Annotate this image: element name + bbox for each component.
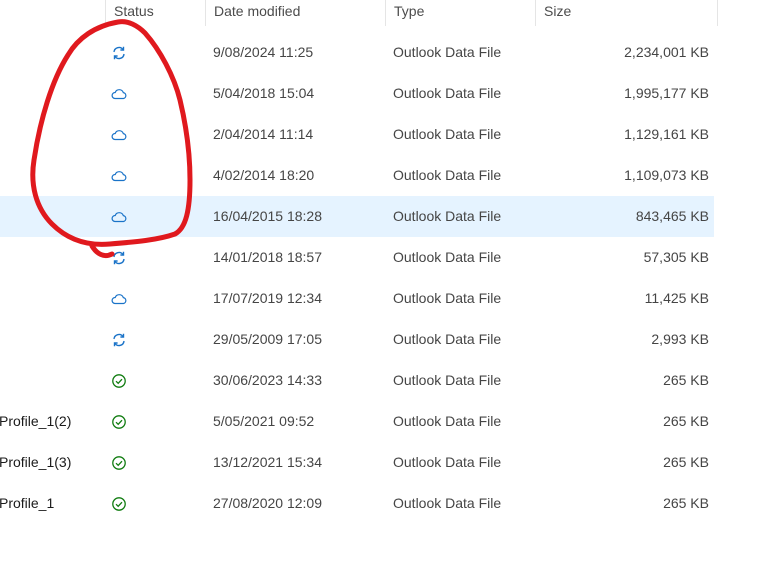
date-modified: 5/04/2018 15:04	[213, 85, 315, 101]
file-size: 265 KB	[663, 454, 709, 470]
status-cell	[110, 401, 130, 442]
file-type: Outlook Data File	[393, 290, 502, 306]
cloud-icon	[110, 127, 128, 143]
file-size: 1,109,073 KB	[624, 167, 709, 183]
date-modified: 30/06/2023 14:33	[213, 372, 322, 388]
file-row[interactable]: 2/04/2014 11:14 Outlook Data File 1,129,16…	[0, 114, 714, 155]
file-size: 11,425 KB	[644, 290, 709, 306]
file-name	[0, 237, 99, 278]
file-size: 1,995,177 KB	[624, 85, 709, 101]
file-name	[0, 196, 99, 237]
column-header-size[interactable]: Size	[535, 0, 718, 26]
file-row[interactable]: 5/04/2018 15:04 Outlook Data File 1,995,17…	[0, 73, 714, 114]
status-cell	[110, 114, 130, 155]
file-name	[0, 360, 99, 401]
file-type: Outlook Data File	[393, 44, 502, 60]
file-size: 265 KB	[663, 413, 709, 429]
file-type: Outlook Data File	[393, 495, 502, 511]
file-name: Profile_1(3)	[0, 454, 72, 470]
status-cell	[110, 442, 130, 483]
file-row[interactable]: 14/01/2018 18:57 Outlook Data File 57,305 …	[0, 237, 714, 278]
check-circle-icon	[110, 455, 128, 471]
file-size: 57,305 KB	[643, 249, 709, 265]
date-modified: 4/02/2014 18:20	[213, 167, 315, 183]
file-size: 265 KB	[663, 495, 709, 511]
status-cell	[110, 155, 130, 196]
date-modified: 2/04/2014 11:14	[213, 126, 314, 142]
check-circle-icon	[110, 496, 128, 512]
file-size: 843,465 KB	[635, 208, 709, 224]
status-cell	[110, 278, 130, 319]
cloud-icon	[110, 86, 128, 102]
file-name: Profile_1	[0, 495, 55, 511]
file-type: Outlook Data File	[393, 331, 502, 347]
sync-icon	[110, 45, 128, 61]
file-name	[0, 319, 99, 360]
file-type: Outlook Data File	[393, 126, 502, 142]
date-modified: 13/12/2021 15:34	[213, 454, 322, 470]
cloud-icon	[110, 168, 128, 184]
file-row[interactable]: Profile_1(2) 5/05/2021 09:52 Outlook Data …	[0, 401, 714, 442]
column-header-date-modified[interactable]: Date modified	[205, 0, 385, 26]
file-name	[0, 155, 99, 196]
status-cell	[110, 483, 130, 524]
file-row[interactable]: 4/02/2014 18:20 Outlook Data File 1,109,07…	[0, 155, 714, 196]
sync-icon	[110, 332, 128, 348]
file-explorer-details-view: Status Date modified Type Size 9/08/2024…	[0, 0, 767, 562]
file-row[interactable]: Profile_1(3) 13/12/2021 15:34 Outlook Data…	[0, 442, 714, 483]
file-row[interactable]: 17/07/2019 12:34 Outlook Data File 11,425 …	[0, 278, 714, 319]
status-cell	[110, 360, 130, 401]
file-type: Outlook Data File	[393, 167, 502, 183]
status-cell	[110, 319, 130, 360]
file-list: 9/08/2024 11:25 Outlook Data File 2,234,00…	[0, 32, 767, 524]
file-name: Profile_1(2)	[0, 413, 72, 429]
file-size: 2,234,001 KB	[624, 44, 709, 60]
date-modified: 5/05/2021 09:52	[213, 413, 315, 429]
file-name	[0, 278, 99, 319]
date-modified: 29/05/2009 17:05	[213, 331, 322, 347]
file-type: Outlook Data File	[393, 249, 502, 265]
file-type: Outlook Data File	[393, 85, 502, 101]
file-type: Outlook Data File	[393, 454, 502, 470]
file-row[interactable]: 16/04/2015 18:28 Outlook Data File 843,465…	[0, 196, 714, 237]
date-modified: 16/04/2015 18:28	[213, 208, 322, 224]
cloud-icon	[110, 291, 128, 307]
file-type: Outlook Data File	[393, 413, 502, 429]
date-modified: 17/07/2019 12:34	[213, 290, 322, 306]
check-circle-icon	[110, 373, 128, 389]
column-header-status[interactable]: Status	[105, 0, 205, 26]
date-modified: 9/08/2024 11:25	[213, 44, 314, 60]
file-size: 265 KB	[663, 372, 709, 388]
status-cell	[110, 196, 130, 237]
file-size: 2,993 KB	[651, 331, 709, 347]
file-row[interactable]: 9/08/2024 11:25 Outlook Data File 2,234,00…	[0, 32, 714, 73]
check-circle-icon	[110, 414, 128, 430]
status-cell	[110, 73, 130, 114]
date-modified: 27/08/2020 12:09	[213, 495, 322, 511]
file-name	[0, 73, 99, 114]
file-name	[0, 32, 99, 73]
column-header-type[interactable]: Type	[385, 0, 535, 26]
status-cell	[110, 32, 130, 73]
file-size: 1,129,161 KB	[624, 126, 709, 142]
date-modified: 14/01/2018 18:57	[213, 249, 322, 265]
sync-icon	[110, 250, 128, 266]
column-header-bar: Status Date modified Type Size	[0, 0, 767, 26]
file-type: Outlook Data File	[393, 208, 502, 224]
cloud-icon	[110, 209, 128, 225]
file-row[interactable]: Profile_1 27/08/2020 12:09 Outlook Data Fi…	[0, 483, 714, 524]
file-type: Outlook Data File	[393, 372, 502, 388]
file-row[interactable]: 30/06/2023 14:33 Outlook Data File 265 KB	[0, 360, 714, 401]
file-name	[0, 114, 99, 155]
file-row[interactable]: 29/05/2009 17:05 Outlook Data File 2,993 K…	[0, 319, 714, 360]
status-cell	[110, 237, 130, 278]
